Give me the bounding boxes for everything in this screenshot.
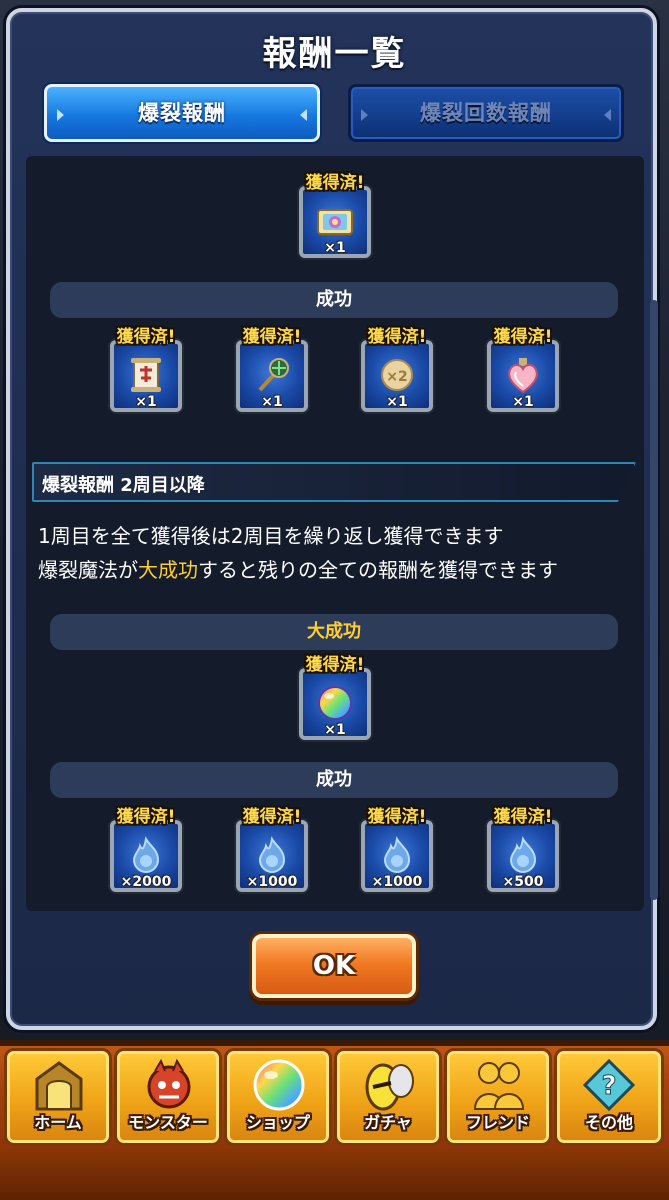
ticket-icon (317, 209, 353, 235)
nav-other[interactable]: ? その他 (554, 1048, 664, 1146)
tab-arrow-right-icon (604, 109, 611, 121)
section-label-success: 成功 (50, 282, 618, 318)
nav-friend[interactable]: フレンド (444, 1048, 552, 1146)
rainbow-orb-icon (318, 686, 352, 720)
reward-item: 獲得済! ×1 (295, 655, 375, 740)
tab-burst-count-rewards[interactable]: 爆裂回数報酬 (348, 84, 624, 142)
obtained-badge: 獲得済! (116, 807, 176, 827)
svg-text:×2: ×2 (386, 369, 407, 385)
flame-orb-icon (132, 836, 160, 874)
bottom-nav-footer (0, 1150, 669, 1200)
obtained-badge: 獲得済! (305, 173, 365, 193)
nav-label: モンスター (128, 1113, 208, 1132)
nav-label: フレンド (465, 1113, 530, 1132)
description-text: 爆裂魔法が (38, 558, 138, 582)
nav-label: ホーム (34, 1113, 82, 1132)
reward-quantity: ×1 (324, 722, 346, 738)
question-icon: ? (582, 1058, 636, 1112)
description-text: すると残りの全ての報酬を獲得できます (198, 558, 558, 582)
dialog-title: 報酬一覧 (262, 34, 407, 74)
scrollbar[interactable] (650, 300, 658, 900)
nav-shop[interactable]: ショップ (224, 1048, 332, 1146)
reward-quantity: ×500 (502, 874, 544, 890)
obtained-badge: 獲得済! (305, 655, 365, 675)
obtained-badge: 獲得済! (367, 807, 427, 827)
nav-label: その他 (584, 1113, 633, 1132)
heart-potion-icon (508, 358, 538, 394)
nav-label: ガチャ (364, 1113, 412, 1132)
reward-quantity: ×1 (512, 394, 534, 410)
section-header: 爆裂報酬 2周目以降 (42, 475, 205, 496)
tab-label: 爆裂回数報酬 (420, 101, 552, 125)
obtained-badge: 獲得済! (242, 807, 302, 827)
gate-icon (35, 1061, 83, 1111)
obtained-badge: 獲得済! (493, 807, 553, 827)
reward-quantity: ×2000 (120, 874, 172, 890)
description-line-2: 爆裂魔法が大成功すると残りの全ての報酬を獲得できます (38, 554, 558, 583)
dragon-icon (147, 1058, 191, 1109)
tab-burst-rewards[interactable]: 爆裂報酬 (44, 84, 320, 142)
tab-arrow-left-icon (57, 109, 64, 121)
reward-quantity: ×1 (135, 394, 157, 410)
reward-item: 獲得済! ×1 (232, 327, 312, 412)
tab-arrow-left-icon (361, 109, 368, 121)
ok-button[interactable]: OK (252, 934, 416, 998)
nav-gacha[interactable]: ガチャ (334, 1048, 442, 1146)
obtained-badge: 獲得済! (367, 327, 427, 347)
nav-home[interactable]: ホーム (4, 1048, 112, 1146)
section-label-great-success: 大成功 (50, 614, 618, 650)
flame-orb-icon (258, 836, 286, 874)
reward-quantity: ×1 (324, 240, 346, 256)
reward-quantity: ×1 (386, 394, 408, 410)
obtained-badge: 獲得済! (242, 327, 302, 347)
rainbow-orb-icon (253, 1059, 305, 1111)
reward-quantity: ×1 (261, 394, 283, 410)
description-line-1: 1周目を全て獲得後は2周目を繰り返し獲得できます (38, 524, 504, 548)
friends-icon (473, 1062, 525, 1110)
eggs-icon (365, 1063, 414, 1111)
reward-item: 獲得済! ×1 (295, 173, 375, 258)
tab-arrow-right-icon (300, 109, 307, 121)
reward-item: 獲得済! ×1000 (232, 807, 312, 892)
scroll-icon (131, 358, 161, 392)
flame-orb-icon (383, 836, 411, 874)
reward-item: 獲得済! ×2000 (106, 807, 186, 892)
reward-quantity: ×1000 (371, 874, 423, 890)
reward-item: 獲得済! ×500 (483, 807, 563, 892)
obtained-badge: 獲得済! (493, 327, 553, 347)
flame-orb-icon (509, 836, 537, 874)
reward-quantity: ×1000 (246, 874, 298, 890)
nav-monster[interactable]: モンスター (114, 1048, 222, 1146)
section-label-success: 成功 (50, 762, 618, 798)
description-highlight: 大成功 (138, 558, 198, 582)
tab-label: 爆裂報酬 (138, 101, 226, 125)
magic-wand-icon (258, 358, 289, 392)
nav-label: ショップ (245, 1113, 310, 1132)
bottom-nav-divider (0, 1040, 669, 1046)
obtained-badge: 獲得済! (116, 327, 176, 347)
reward-item: 獲得済! ×1 (483, 327, 563, 412)
reward-item: 獲得済! ×1 (106, 327, 186, 412)
x2-cookie-icon: ×2 (381, 359, 413, 391)
svg-text:?: ? (601, 1071, 616, 1101)
reward-item: 獲得済! ×1000 (357, 807, 437, 892)
reward-item: ×2 獲得済! ×1 (357, 327, 437, 412)
